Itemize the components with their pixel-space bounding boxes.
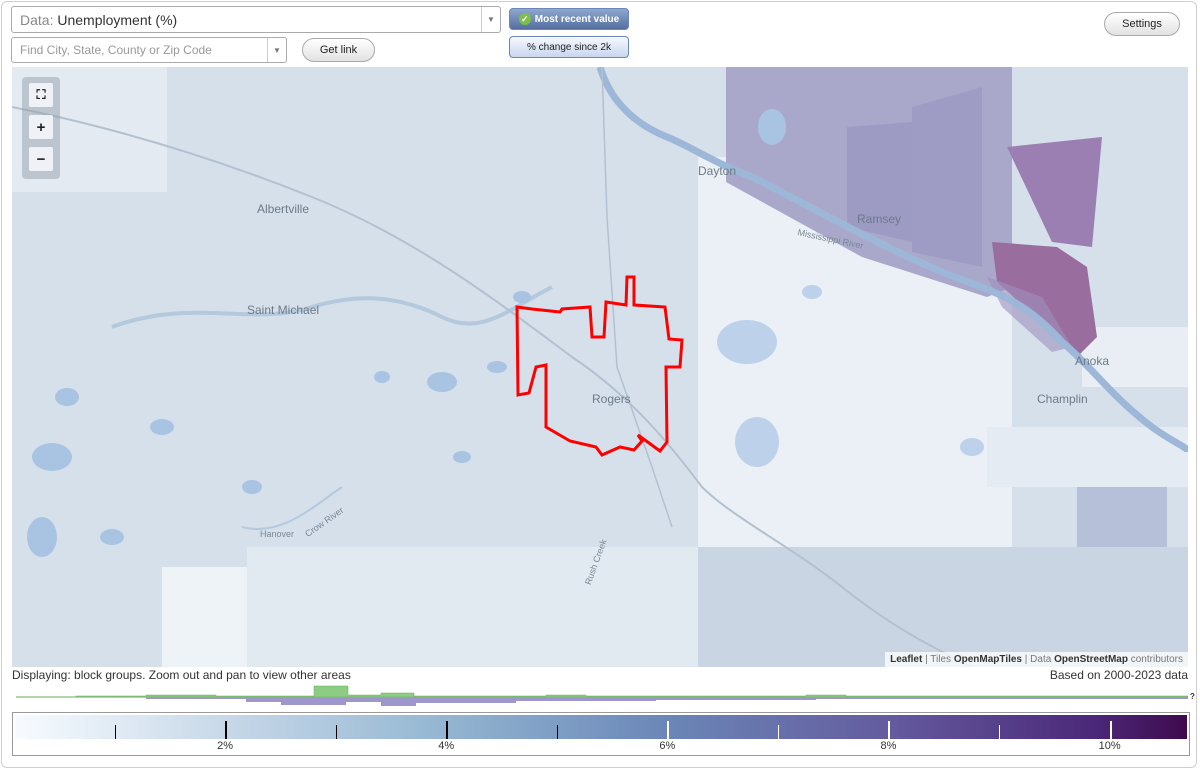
legend-major-tick [667,721,670,739]
get-link-button[interactable]: Get link [302,38,375,62]
percent-change-toggle[interactable]: % change since 2k [509,36,629,58]
openstreetmap-link[interactable]: OpenStreetMap [1054,654,1128,665]
legend-label: 4% [438,740,455,752]
zoom-in-button[interactable]: + [29,115,53,139]
data-years: Based on 2000-2023 data [1049,668,1188,682]
color-legend: 2% 4% 6% 8% 10% [12,712,1190,756]
place-label-dayton: Dayton [698,164,737,178]
most-recent-label: Most recent value [534,13,620,25]
data-select-value: Unemployment (%) [57,11,178,28]
place-label-albertville: Albertville [257,202,310,216]
zoom-out-button[interactable]: − [29,147,53,171]
most-recent-toggle[interactable]: ✓ Most recent value [509,8,629,30]
legend-major-tick [1109,721,1112,739]
leaflet-link[interactable]: Leaflet [890,654,922,665]
data-select-label: Data: [20,11,54,28]
legend-label: 10% [1098,740,1121,752]
legend-label: 2% [217,740,234,752]
check-icon: ✓ [518,13,531,25]
location-search[interactable]: ▼ [11,37,287,63]
legend-major-tick [225,721,228,739]
chevron-down-icon[interactable]: ▼ [267,38,286,62]
legend-label: 6% [659,740,676,752]
legend-major-tick [446,721,449,739]
place-label-ramsey: Ramsey [857,212,902,226]
fit-bounds-icon[interactable]: ⛶ [29,83,53,107]
place-label-champlin: Champlin [1037,392,1088,406]
legend-major-tick [888,721,891,739]
display-status: Displaying: block groups. Zoom out and p… [12,668,351,682]
legend-minor-tick [114,725,116,739]
legend-minor-tick [556,725,558,739]
legend-minor-tick [999,725,1001,739]
legend-minor-tick [777,725,779,739]
chevron-down-icon[interactable]: ▼ [481,7,500,32]
data-select[interactable]: Data: Unemployment (%) ▼ [11,6,501,33]
place-label-rogers: Rogers [592,392,631,406]
map-attribution: Leaflet | Tiles OpenMapTiles | Data Open… [885,652,1188,667]
legend-gradient [15,715,1187,739]
place-label-hanover: Hanover [260,529,295,539]
zoom-controls: ⛶ + − [22,77,60,179]
histogram-help-icon[interactable]: ? [1190,692,1195,701]
place-label-saint-michael: Saint Michael [247,303,320,317]
map-tiles [12,67,1188,667]
openmaptiles-link[interactable]: OpenMapTiles [954,654,1022,665]
settings-button[interactable]: Settings [1104,12,1180,36]
place-label-anoka: Anoka [1075,354,1110,368]
location-search-input[interactable] [12,38,262,62]
distribution-histogram [16,685,1188,706]
legend-label: 8% [880,740,897,752]
legend-minor-tick [335,725,337,739]
map-view[interactable]: Dayton Albertville Ramsey Saint Michael … [12,67,1188,667]
